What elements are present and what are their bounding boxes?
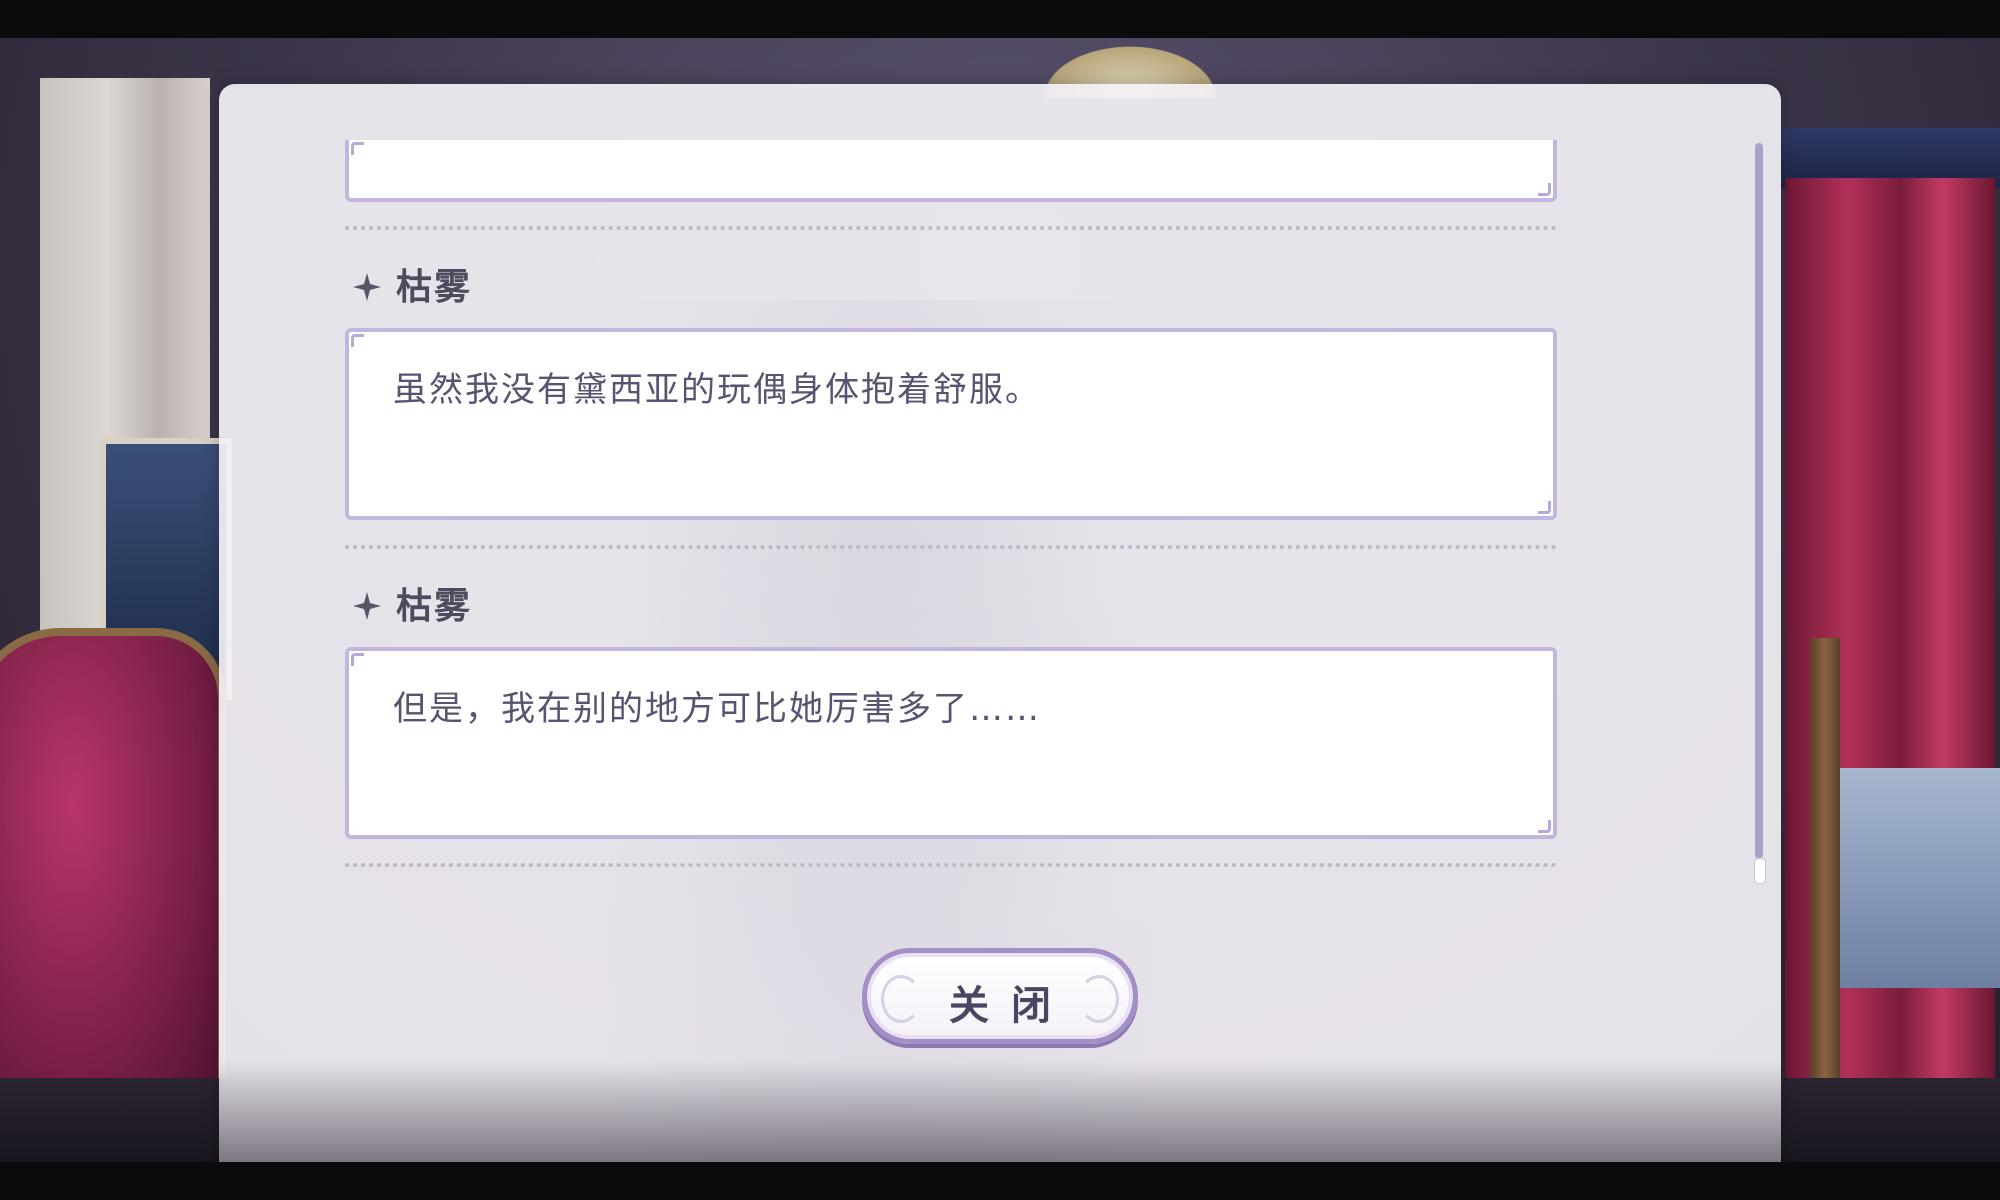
entry-divider	[345, 545, 1557, 549]
entry-divider	[345, 863, 1557, 867]
entry-divider	[345, 226, 1557, 230]
bed-post	[1810, 638, 1840, 1118]
bed-blanket	[1820, 768, 2000, 988]
speaker-name: 枯雾	[396, 586, 473, 627]
close-button-label: 关闭	[949, 983, 1073, 1029]
panel-bottom-fade	[219, 1060, 1781, 1162]
dialog-entry-text: 虽然我没有黛西亚的玩偶身体抱着舒服。	[393, 370, 1041, 410]
close-button[interactable]: 关闭	[862, 948, 1138, 1044]
letterbox-top	[0, 0, 2000, 38]
sparkle-icon	[353, 273, 381, 301]
scrollbar-end-cap	[1754, 858, 1766, 884]
dialog-entry-box	[345, 140, 1557, 202]
scrollbar-thumb[interactable]	[1755, 143, 1763, 858]
dialog-entry-box: 虽然我没有黛西亚的玩偶身体抱着舒服。	[345, 328, 1557, 520]
dialog-entry-text: 但是，我在别的地方可比她厉害多了……	[393, 689, 1041, 729]
speaker-name: 枯雾	[396, 267, 473, 308]
dialog-entry-box: 但是，我在别的地方可比她厉害多了……	[345, 647, 1557, 839]
armchair	[0, 628, 226, 1124]
sparkle-icon	[353, 592, 381, 620]
letterbox-bottom	[0, 1162, 2000, 1200]
